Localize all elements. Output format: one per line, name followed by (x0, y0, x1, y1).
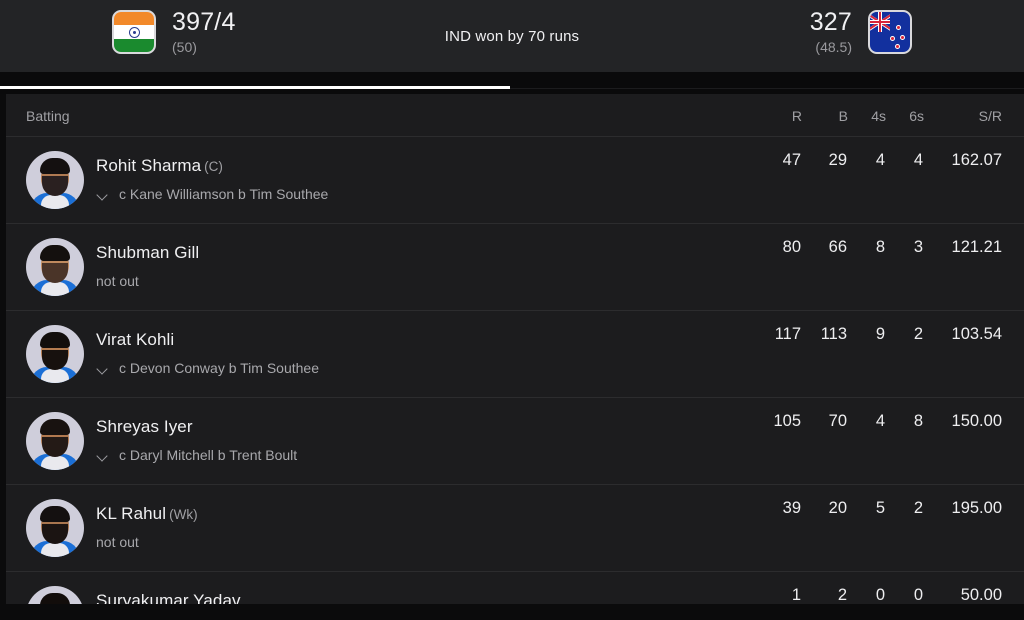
table-header-row: Batting R B 4s 6s S/R (6, 94, 1024, 137)
home-team-overs: (50) (172, 39, 197, 55)
runs-value: 47 (746, 136, 802, 224)
strike-rate-value: 162.07 (924, 136, 1024, 224)
fours-value: 4 (848, 136, 886, 224)
dismissal-text: not out (96, 534, 139, 550)
sixes-value: 8 (886, 397, 924, 485)
avatar (26, 499, 84, 557)
strike-rate-value: 50.00 (960, 586, 1002, 604)
column-header-strike-rate: S/R (924, 94, 1024, 137)
fours-value: 9 (848, 310, 886, 398)
dismissal-text: not out (96, 273, 139, 289)
balls-value: 66 (802, 223, 848, 311)
dismissal-row[interactable]: c Devon Conway b Tim Southee (96, 360, 319, 377)
sixes-value: 2 (886, 310, 924, 398)
avatar (26, 325, 84, 383)
column-header-fours: 4s (848, 94, 886, 137)
balls-value: 29 (802, 136, 848, 224)
dismissal-row[interactable]: not out (96, 534, 198, 551)
tab-strip[interactable] (0, 72, 1024, 94)
new-zealand-flag-icon (868, 10, 912, 54)
batter-name: Shreyas Iyer (96, 417, 193, 436)
column-header-runs: R (746, 94, 802, 137)
table-row[interactable]: Suryakumar Yadav c Glenn Phillips b Tim … (6, 572, 1024, 604)
batter-name: KL Rahul (96, 504, 167, 523)
balls-value: 20 (802, 484, 848, 572)
table-row[interactable]: Shreyas Iyer c Daryl Mitchell b Trent Bo… (6, 397, 1024, 485)
strike-rate-value: 195.00 (924, 484, 1024, 572)
strike-rate-value: 121.21 (924, 223, 1024, 311)
balls-value: 70 (802, 397, 848, 485)
sixes-value: 2 (886, 484, 924, 572)
dismissal-row[interactable]: not out (96, 273, 199, 290)
batter-cell[interactable]: KL Rahul (Wk) not out (6, 484, 746, 572)
balls-value: 113 (802, 310, 848, 398)
batter-name: Suryakumar Yadav (96, 591, 241, 604)
avatar (26, 151, 84, 209)
fours-value: 0 (875, 586, 885, 604)
home-team-summary[interactable]: 397/4 (50) (112, 8, 236, 56)
fours-value: 4 (848, 397, 886, 485)
scorecard-panel: Batting R B 4s 6s S/R Rohit Sharma (C) c… (6, 94, 1024, 604)
dismissal-text: c Daryl Mitchell b Trent Boult (119, 447, 298, 463)
away-team-overs: (48.5) (815, 39, 852, 55)
column-header-batting: Batting (6, 94, 746, 137)
cricket-scorecard-app: 397/4 (50) IND won by 70 runs 327 (48.5) (0, 0, 1024, 620)
batter-cell[interactable]: Suryakumar Yadav c Glenn Phillips b Tim … (6, 572, 746, 604)
batter-cell[interactable]: Shubman Gill not out (6, 223, 746, 311)
away-team-score: 327 (809, 8, 852, 36)
batter-name: Rohit Sharma (96, 156, 202, 175)
fours-value: 8 (848, 223, 886, 311)
chevron-down-icon[interactable] (96, 363, 111, 375)
batter-role: (C) (204, 159, 223, 174)
runs-value: 80 (746, 223, 802, 311)
runs-value: 105 (746, 397, 802, 485)
batter-name: Virat Kohli (96, 330, 175, 349)
dismissal-text: c Devon Conway b Tim Southee (119, 360, 319, 376)
column-header-sixes: 6s (886, 94, 924, 137)
column-header-balls: B (802, 94, 848, 137)
table-row[interactable]: Virat Kohli c Devon Conway b Tim Southee… (6, 310, 1024, 398)
match-result-text: IND won by 70 runs (444, 27, 580, 45)
dismissal-text: c Kane Williamson b Tim Southee (119, 186, 329, 202)
runs-value: 117 (746, 310, 802, 398)
match-header: 397/4 (50) IND won by 70 runs 327 (48.5) (0, 0, 1024, 72)
away-team-summary[interactable]: 327 (48.5) (810, 8, 912, 56)
strike-rate-value: 150.00 (924, 397, 1024, 485)
batter-name: Shubman Gill (96, 243, 200, 262)
sixes-value: 0 (913, 586, 923, 604)
batter-cell[interactable]: Virat Kohli c Devon Conway b Tim Southee (6, 310, 746, 398)
balls-value: 2 (837, 586, 847, 604)
home-team-score: 397/4 (172, 8, 236, 36)
avatar (26, 586, 84, 604)
sixes-value: 3 (886, 223, 924, 311)
table-row[interactable]: Shubman Gill not out 80 66 8 3 121.21 (6, 223, 1024, 311)
batting-scorecard-table: Batting R B 4s 6s S/R Rohit Sharma (C) c… (6, 94, 1024, 604)
batter-cell[interactable]: Rohit Sharma (C) c Kane Williamson b Tim … (6, 136, 746, 224)
runs-value: 39 (746, 484, 802, 572)
strike-rate-value: 103.54 (924, 310, 1024, 398)
batter-role: (Wk) (169, 507, 198, 522)
batter-cell[interactable]: Shreyas Iyer c Daryl Mitchell b Trent Bo… (6, 397, 746, 485)
table-row[interactable]: KL Rahul (Wk) not out 39 20 5 2 195.00 (6, 484, 1024, 572)
sixes-value: 4 (886, 136, 924, 224)
avatar (26, 412, 84, 470)
runs-value: 1 (791, 586, 801, 604)
dismissal-row[interactable]: c Kane Williamson b Tim Southee (96, 186, 328, 203)
fours-value: 5 (848, 484, 886, 572)
chevron-down-icon[interactable] (96, 189, 111, 201)
dismissal-row[interactable]: c Daryl Mitchell b Trent Boult (96, 447, 297, 464)
table-row[interactable]: Rohit Sharma (C) c Kane Williamson b Tim … (6, 136, 1024, 224)
india-flag-icon (112, 10, 156, 54)
active-tab-indicator (0, 86, 510, 89)
avatar (26, 238, 84, 296)
chevron-down-icon[interactable] (96, 450, 111, 462)
